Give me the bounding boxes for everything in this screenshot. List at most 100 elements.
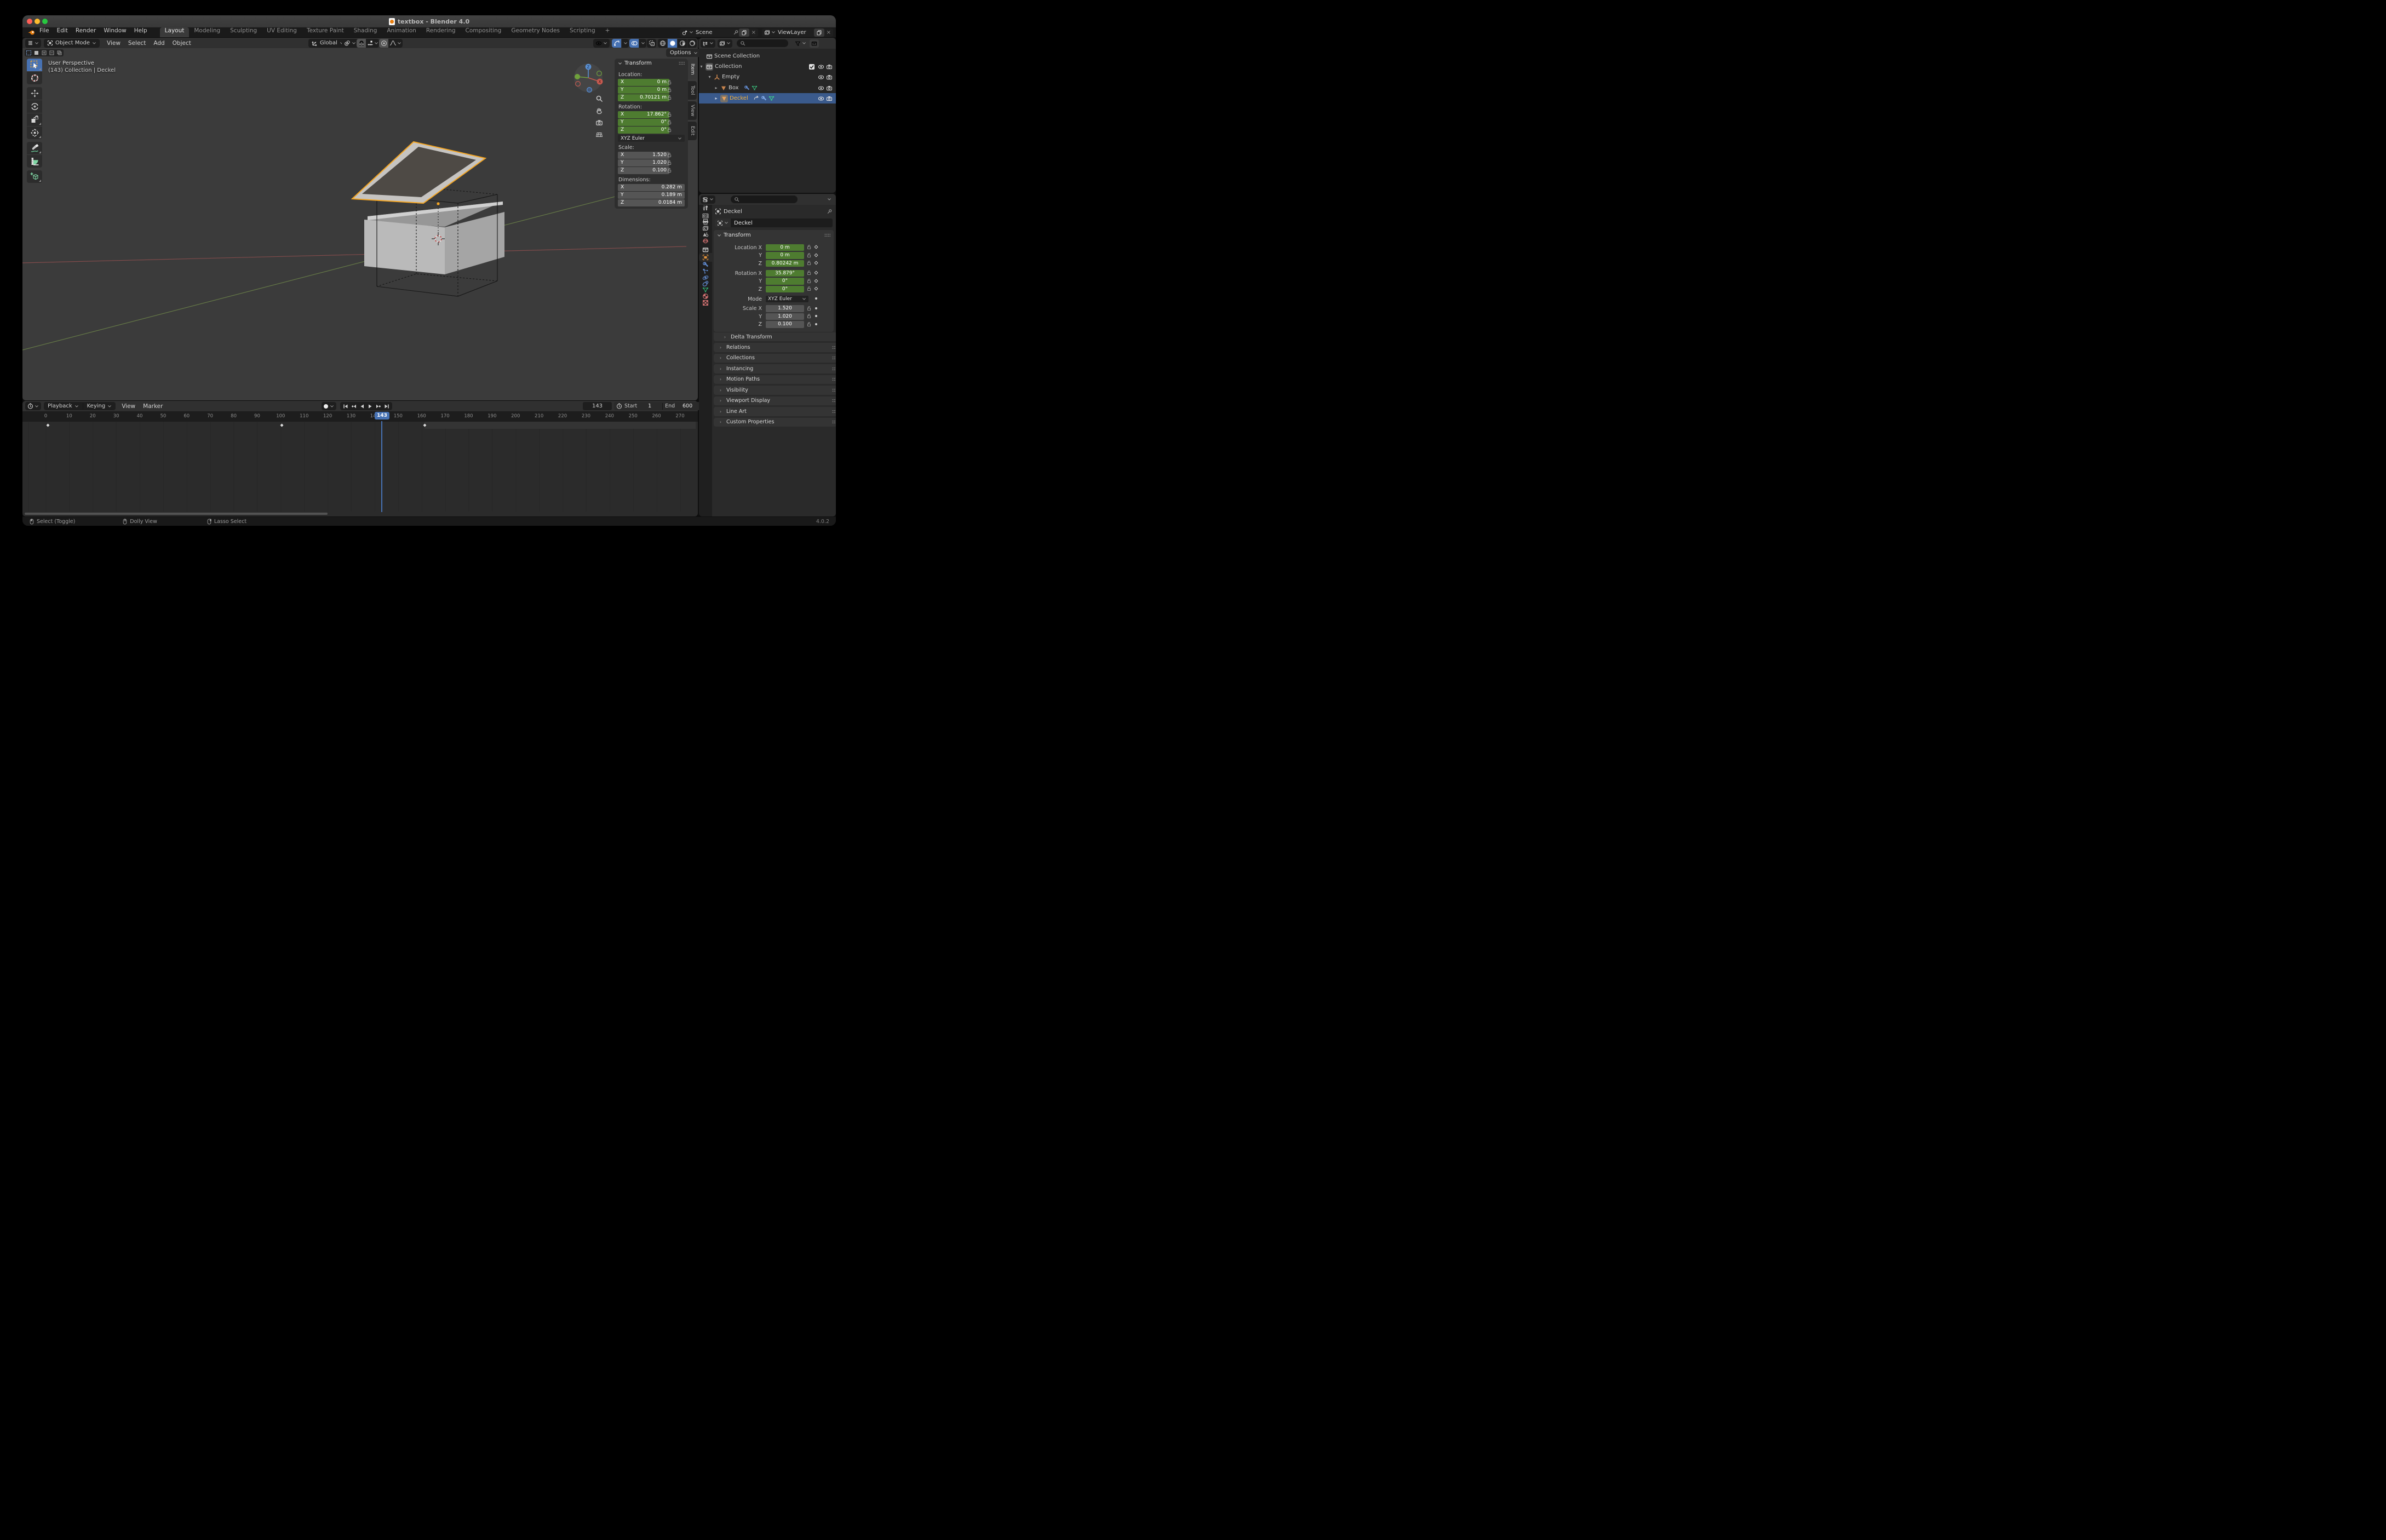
animate-dot-icon[interactable]	[815, 315, 817, 317]
workspace-tab-rendering[interactable]: Rendering	[421, 27, 461, 37]
overlays-settings-button[interactable]	[639, 39, 646, 48]
playhead-line[interactable]	[381, 421, 382, 512]
npanel-dim-x-field[interactable]: X0.282 m	[618, 184, 685, 191]
outliner-row-scene-collection[interactable]: Scene Collection	[699, 51, 836, 61]
hide-eye-icon[interactable]	[818, 74, 824, 81]
keyframe-diamond-icon[interactable]	[813, 252, 819, 258]
keyframe-diamond[interactable]	[279, 422, 285, 428]
close-window-button[interactable]	[27, 19, 32, 24]
workspace-tab-layout[interactable]: Layout	[160, 27, 190, 37]
show-gizmo-toggle[interactable]	[612, 39, 621, 48]
tab-object-icon-active[interactable]	[702, 254, 709, 261]
timeline-menu-keying[interactable]: Keying	[83, 403, 116, 409]
npanel-rotation-y-field[interactable]: Y0°	[618, 119, 669, 126]
panel-custom-properties[interactable]: ›Custom Properties	[714, 418, 836, 427]
mode-selector[interactable]: Object Mode	[44, 39, 100, 48]
prop-scale-z-field[interactable]: 0.100	[766, 321, 804, 328]
menu-window[interactable]: Window	[100, 27, 130, 37]
menu-edit[interactable]: Edit	[53, 27, 72, 37]
tab-object-data-icon[interactable]	[702, 286, 709, 293]
timeline-menu-playback[interactable]: Playback	[44, 403, 83, 409]
remove-viewlayer-button[interactable]: ×	[824, 30, 833, 36]
pin-id-icon[interactable]	[827, 209, 833, 215]
lock-icon[interactable]	[667, 168, 672, 173]
keyframe-diamond-icon[interactable]	[813, 270, 819, 275]
disable-render-camera-icon[interactable]	[826, 64, 833, 70]
panel-collections[interactable]: ›Collections	[714, 354, 836, 363]
camera-view-icon[interactable]	[595, 119, 603, 127]
prop-scale-y-field[interactable]: 1.020	[766, 313, 804, 320]
disable-render-camera-icon[interactable]	[826, 74, 833, 81]
properties-options-chevron-icon[interactable]	[827, 197, 831, 202]
lock-icon[interactable]	[667, 112, 672, 117]
properties-editor-type-button[interactable]	[701, 196, 715, 204]
zoom-window-button[interactable]	[42, 19, 48, 24]
breadcrumb-object-name[interactable]: Deckel	[724, 209, 742, 215]
tool-select-box[interactable]	[27, 59, 42, 71]
lock-icon[interactable]	[806, 244, 812, 250]
viewport-editor-type-button[interactable]	[25, 39, 41, 48]
prop-location-y-field[interactable]: 0 m	[766, 252, 804, 259]
xray-toggle[interactable]	[647, 39, 656, 48]
prop-scale-x-field[interactable]: 1.520	[766, 305, 804, 312]
new-viewlayer-icon[interactable]	[816, 30, 822, 36]
disable-render-camera-icon[interactable]	[826, 95, 833, 102]
npanel-tab-edit[interactable]: Edit	[688, 122, 697, 140]
auto-keying-button[interactable]	[322, 402, 336, 410]
tool-move[interactable]	[27, 87, 42, 100]
lock-icon[interactable]	[806, 260, 812, 266]
lock-icon[interactable]	[806, 321, 812, 327]
outliner-filter-button[interactable]	[795, 41, 806, 47]
shading-rendered-button[interactable]	[687, 39, 697, 48]
blender-logo-icon[interactable]	[28, 30, 35, 36]
prop-rotation-y-field[interactable]: 0°	[766, 278, 804, 285]
workspace-tab-animation[interactable]: Animation	[382, 27, 421, 37]
panel-instancing[interactable]: ›Instancing	[714, 364, 836, 373]
play-button[interactable]	[366, 403, 374, 410]
panel-delta-transform[interactable]: ›Delta Transform	[714, 332, 836, 341]
gizmo-settings-button[interactable]	[622, 39, 629, 48]
menu-render[interactable]: Render	[72, 27, 100, 37]
workspace-tab-uv-editing[interactable]: UV Editing	[262, 27, 302, 37]
npanel-rotation-x-field[interactable]: X17.862°	[618, 111, 669, 118]
animate-dot-icon[interactable]	[815, 307, 817, 309]
outliner-search-input[interactable]	[737, 39, 788, 47]
lock-icon[interactable]	[667, 152, 672, 158]
lock-icon[interactable]	[667, 127, 672, 133]
shading-solid-button[interactable]	[668, 39, 677, 48]
pivot-point-button[interactable]	[342, 39, 358, 48]
minimize-window-button[interactable]	[35, 19, 40, 24]
properties-search-input[interactable]	[731, 196, 798, 203]
outliner-row-empty[interactable]: ▾ Empty	[699, 72, 836, 82]
exclude-checkbox[interactable]	[808, 64, 815, 70]
timeline-dopesheet-area[interactable]	[22, 422, 698, 512]
workspace-tab-sculpting[interactable]: Sculpting	[225, 27, 262, 37]
workspace-tab-modeling[interactable]: Modeling	[189, 27, 225, 37]
tool-add-cube[interactable]	[27, 170, 42, 183]
tab-output-icon[interactable]	[702, 219, 709, 225]
lock-icon[interactable]	[667, 87, 672, 93]
prop-rotation-x-field[interactable]: 35.879°	[766, 270, 804, 277]
keyframe-diamond[interactable]	[45, 422, 51, 428]
timeline-editor-type-button[interactable]	[25, 402, 41, 410]
current-frame-field[interactable]: 143	[583, 402, 612, 410]
stopwatch-icon[interactable]	[616, 403, 622, 409]
object-name-field[interactable]: Deckel	[715, 219, 833, 227]
keyframe-diamond-icon[interactable]	[813, 260, 819, 266]
lock-icon[interactable]	[806, 306, 812, 311]
tab-particles-icon[interactable]	[702, 268, 709, 274]
pin-icon[interactable]	[733, 30, 739, 36]
hide-eye-icon[interactable]	[818, 85, 824, 91]
prop-location-z-field[interactable]: 0.80242 m	[766, 260, 804, 267]
disclosure-triangle-icon[interactable]: ▸	[714, 96, 719, 101]
timeline-menu-marker[interactable]: Marker	[139, 401, 167, 411]
npanel-scale-x-field[interactable]: X1.520	[618, 152, 669, 159]
outliner-row-collection[interactable]: ▾ Collection	[699, 61, 836, 72]
npanel-tab-view[interactable]: View	[688, 101, 697, 120]
disable-render-camera-icon[interactable]	[826, 85, 833, 91]
tool-rotate[interactable]	[27, 100, 42, 113]
tool-scale[interactable]	[27, 113, 42, 126]
drag-handle-icon[interactable]	[679, 61, 685, 65]
lock-icon[interactable]	[806, 270, 812, 275]
npanel-dim-y-field[interactable]: Y0.189 m	[618, 192, 685, 199]
